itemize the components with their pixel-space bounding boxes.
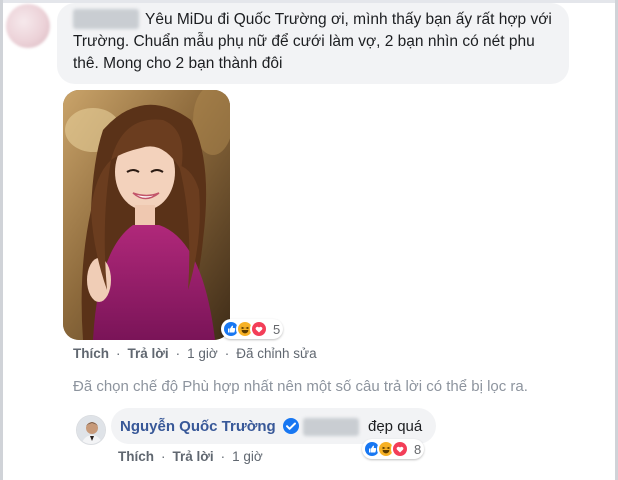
reaction-count: 5 [273,321,281,337]
separator-dot: · [161,449,166,464]
verified-badge-icon [282,417,300,435]
comment-time[interactable]: 1 giờ [187,346,218,361]
comment-photo[interactable] [63,90,230,340]
reply-actions: Thích · Trả lời · 1 giờ [118,449,263,464]
love-icon [391,440,409,458]
comment-text: Yêu MiDu đi Quốc Trường ơi, mình thấy bạ… [73,11,552,72]
comment-actions: Thích · Trả lời · 1 giờ · Đã chỉnh sửa [73,346,317,361]
filter-notice: Đã chọn chế độ Phù hợp nhất nên một số c… [73,378,528,395]
comment-reactions[interactable]: 5 [221,318,284,340]
reply-reactions[interactable]: 8 [362,438,425,460]
reply-text: đẹp quá [368,418,423,435]
commenter-avatar[interactable] [6,4,50,48]
separator-dot: · [224,346,230,361]
separator-dot: · [175,346,181,361]
reaction-pill[interactable]: 8 [362,439,425,459]
separator-dot: · [220,449,226,464]
separator-dot: · [116,346,121,361]
portrait-photo [63,90,230,340]
frame-left-border [0,0,3,480]
reaction-count: 8 [414,441,422,457]
like-link[interactable]: Thích [118,449,154,464]
comment-thread: Yêu MiDu đi Quốc Trường ơi, mình thấy bạ… [0,0,618,480]
reply-avatar[interactable] [76,415,106,445]
reply-author-name[interactable]: Nguyễn Quốc Trường [120,418,276,435]
like-link[interactable]: Thích [73,346,109,361]
reply-link[interactable]: Trả lời [173,449,214,464]
edited-label[interactable]: Đã chỉnh sửa [236,346,316,361]
reply-link[interactable]: Trả lời [128,346,169,361]
reaction-pill[interactable]: 5 [221,319,284,339]
redacted-tagged-name [303,418,359,436]
reply-time[interactable]: 1 giờ [232,449,263,464]
love-icon [250,320,268,338]
